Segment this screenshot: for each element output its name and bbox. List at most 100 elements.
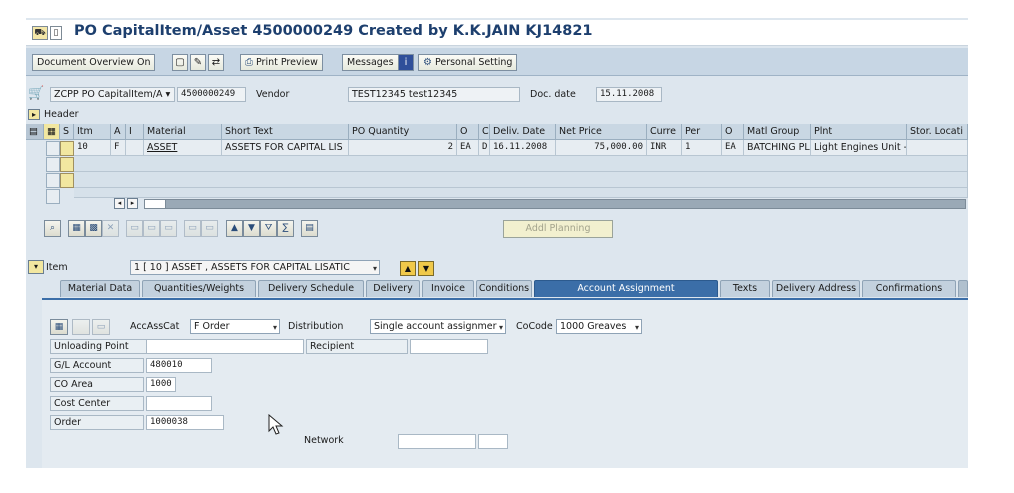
cell-matl-group[interactable]: BATCHING PL bbox=[744, 140, 811, 156]
distribution-select[interactable]: Single account assignmer ▾ bbox=[370, 319, 506, 334]
cell-currency[interactable]: INR bbox=[647, 140, 682, 156]
assignment-delete-icon[interactable]: ▭ bbox=[92, 319, 110, 335]
sort-ascending-icon[interactable]: ▲ bbox=[226, 220, 243, 237]
item-select[interactable]: 1 [ 10 ] ASSET , ASSETS FOR CAPITAL LISA… bbox=[130, 260, 380, 275]
order-field[interactable]: 1000038 bbox=[146, 415, 224, 430]
tab-confirmations[interactable]: Confirmations bbox=[862, 280, 956, 297]
accasscat-select[interactable]: F Order ▾ bbox=[190, 319, 280, 334]
gl-account-field[interactable]: 480010 bbox=[146, 358, 212, 373]
table-row[interactable] bbox=[74, 172, 968, 188]
select-all-icon[interactable]: ▦ bbox=[44, 124, 60, 140]
select-all-rows-icon[interactable]: ▦ bbox=[68, 220, 85, 237]
personal-setting-button[interactable]: ⚙ Personal Setting bbox=[418, 54, 518, 71]
scroll-track[interactable] bbox=[144, 199, 966, 209]
table-settings-icon[interactable]: ▤ bbox=[26, 124, 44, 140]
recipient-field[interactable] bbox=[410, 339, 488, 354]
cell-order-price-unit[interactable]: EA bbox=[722, 140, 744, 156]
document-type-select[interactable]: ZCPP PO CapitalItem/A ▾ bbox=[50, 87, 175, 102]
col-c[interactable]: C bbox=[479, 124, 490, 140]
network-field[interactable] bbox=[398, 434, 476, 449]
cell-order-unit[interactable]: EA bbox=[457, 140, 479, 156]
col-s[interactable]: S bbox=[60, 124, 74, 140]
doc-date-field[interactable]: 15.11.2008 bbox=[596, 87, 662, 102]
shopping-cart-icon[interactable]: 🛒 bbox=[28, 87, 46, 103]
scroll-right-icon[interactable]: ▸ bbox=[127, 198, 138, 209]
print-preview-button[interactable]: ⎙ Print Preview bbox=[240, 54, 323, 71]
tab-invoice[interactable]: Invoice bbox=[422, 280, 474, 297]
tab-delivery[interactable]: Delivery bbox=[366, 280, 420, 297]
expand-header-icon[interactable]: ▸ bbox=[28, 109, 40, 120]
cell-stor-location[interactable] bbox=[907, 140, 968, 156]
col-deliv-date[interactable]: Deliv. Date bbox=[490, 124, 556, 140]
cell-per[interactable]: 1 bbox=[682, 140, 722, 156]
edit-pencil-icon[interactable]: ✎ bbox=[190, 54, 206, 71]
col-stor-location[interactable]: Stor. Locati bbox=[907, 124, 968, 140]
col-short-text[interactable]: Short Text bbox=[222, 124, 349, 140]
paste-icon[interactable]: ▭ bbox=[143, 220, 160, 237]
cell-i[interactable] bbox=[126, 140, 144, 156]
row-selector[interactable] bbox=[46, 141, 60, 156]
cell-itm[interactable]: 10 bbox=[74, 140, 111, 156]
tab-list-icon[interactable] bbox=[958, 280, 968, 297]
tab-delivery-schedule[interactable]: Delivery Schedule bbox=[258, 280, 364, 297]
col-net-price[interactable]: Net Price bbox=[556, 124, 647, 140]
col-matl-group[interactable]: Matl Group bbox=[744, 124, 811, 140]
row-selector[interactable] bbox=[60, 173, 74, 188]
multiple-account-assignment-icon[interactable]: ▦ bbox=[50, 319, 68, 335]
col-itm[interactable]: Itm bbox=[74, 124, 111, 140]
cell-a[interactable]: F bbox=[111, 140, 126, 156]
vendor-field[interactable]: TEST12345 test12345 bbox=[348, 87, 520, 102]
col-po-quantity[interactable]: PO Quantity bbox=[349, 124, 457, 140]
tab-quantities-weights[interactable]: Quantities/Weights bbox=[142, 280, 256, 297]
network-activity-field[interactable] bbox=[478, 434, 508, 449]
addl-planning-button[interactable]: Addl Planning bbox=[503, 220, 613, 238]
document-overview-button[interactable]: Document Overview On bbox=[32, 54, 156, 71]
details-icon[interactable]: ⌕ bbox=[44, 220, 61, 237]
cell-deliv-date[interactable]: 16.11.2008 bbox=[490, 140, 556, 156]
cut-icon[interactable]: ▭ bbox=[160, 220, 177, 237]
undo-icon[interactable]: ▭ bbox=[201, 220, 218, 237]
table-row[interactable] bbox=[74, 188, 968, 198]
row-selector[interactable] bbox=[46, 189, 60, 204]
previous-item-icon[interactable]: ▲ bbox=[400, 261, 416, 276]
horizontal-scrollbar[interactable]: ◂ ▸ bbox=[114, 198, 966, 210]
tab-delivery-address[interactable]: Delivery Address bbox=[772, 280, 860, 297]
col-a[interactable]: A bbox=[111, 124, 126, 140]
row-selector[interactable] bbox=[46, 173, 60, 188]
tab-material-data[interactable]: Material Data bbox=[60, 280, 140, 297]
co-area-field[interactable]: 1000 bbox=[146, 377, 176, 392]
delete-row-icon[interactable]: ✕ bbox=[102, 220, 119, 237]
tab-conditions[interactable]: Conditions bbox=[476, 280, 532, 297]
cost-center-field[interactable] bbox=[146, 396, 212, 411]
cocode-select[interactable]: 1000 Greaves ▾ bbox=[556, 319, 642, 334]
document-status-icon[interactable]: ⛟ bbox=[32, 26, 48, 40]
next-item-icon[interactable]: ▼ bbox=[418, 261, 434, 276]
col-order-unit[interactable]: O bbox=[457, 124, 479, 140]
row-selector[interactable] bbox=[46, 157, 60, 172]
info-icon[interactable]: i bbox=[398, 54, 414, 71]
other-document-icon[interactable]: ⇄ bbox=[208, 54, 224, 71]
row-selector[interactable] bbox=[60, 157, 74, 172]
col-order-price-unit[interactable]: O bbox=[722, 124, 744, 140]
messages-button[interactable]: Messages bbox=[342, 54, 399, 71]
insert-row-icon[interactable]: ▭ bbox=[184, 220, 201, 237]
cell-plant[interactable]: Light Engines Unit - bbox=[811, 140, 907, 156]
assignment-disabled-icon[interactable] bbox=[72, 319, 90, 335]
export-icon[interactable]: ▤ bbox=[301, 220, 318, 237]
cell-net-price[interactable]: 75,000.00 bbox=[556, 140, 647, 156]
sort-descending-icon[interactable]: ▼ bbox=[243, 220, 260, 237]
cell-c[interactable]: D bbox=[479, 140, 490, 156]
tab-account-assignment[interactable]: Account Assignment bbox=[534, 280, 718, 297]
po-number-field[interactable]: 4500000249 bbox=[177, 87, 246, 102]
scroll-left-icon[interactable]: ◂ bbox=[114, 198, 125, 209]
row-selector[interactable] bbox=[60, 141, 74, 156]
deselect-rows-icon[interactable]: ▩ bbox=[85, 220, 102, 237]
expand-item-icon[interactable]: ▾ bbox=[28, 260, 44, 274]
sum-icon[interactable]: ∑ bbox=[277, 220, 294, 237]
col-material[interactable]: Material bbox=[144, 124, 222, 140]
cell-short-text[interactable]: ASSETS FOR CAPITAL LIS bbox=[222, 140, 349, 156]
cell-material[interactable]: ASSET bbox=[144, 140, 222, 156]
filter-icon[interactable]: ⛛ bbox=[260, 220, 277, 237]
tab-texts[interactable]: Texts bbox=[720, 280, 770, 297]
cell-po-quantity[interactable]: 2 bbox=[349, 140, 457, 156]
